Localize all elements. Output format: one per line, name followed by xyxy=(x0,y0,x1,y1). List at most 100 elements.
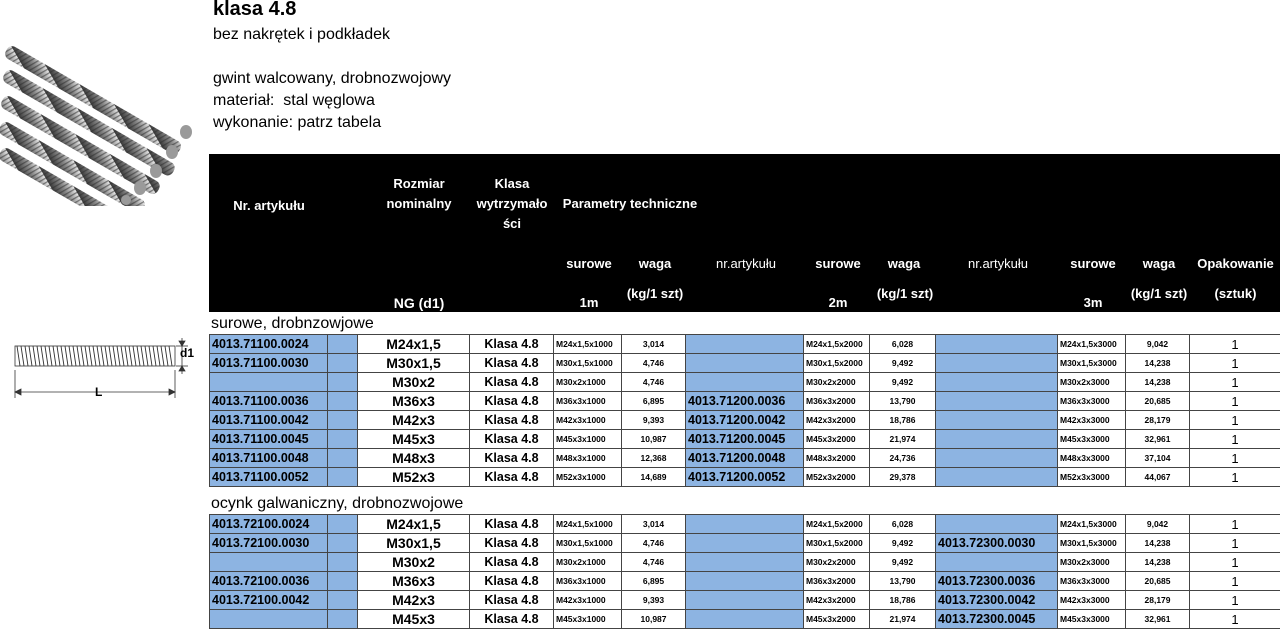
blank-cell xyxy=(327,353,358,373)
article-number-2m-cell xyxy=(685,334,804,354)
header-opakowanie: Opakowanie xyxy=(1197,256,1274,271)
header-klasa-line3: ści xyxy=(502,216,522,231)
weight-2m-cell: 6,028 xyxy=(869,334,936,354)
raw-2m-cell: M36x3x2000 xyxy=(803,571,870,591)
article-number-3m-cell: 4013.72300.0042 xyxy=(935,590,1058,610)
article-number-3m-cell xyxy=(935,467,1058,487)
article-number-3m-cell xyxy=(935,448,1058,468)
strength-class-cell: Klasa 4.8 xyxy=(469,590,554,610)
nominal-size-cell: M30x1,5 xyxy=(357,353,470,373)
strength-class-cell: Klasa 4.8 xyxy=(469,334,554,354)
header-surowe-1: surowe xyxy=(566,256,612,271)
table-row: 4013.71100.0024 M24x1,5 Klasa 4.8 M24x1,5x1… xyxy=(209,334,1280,354)
blank-cell xyxy=(327,429,358,449)
header-nr-artykulu-2: nr.artykułu xyxy=(716,256,776,271)
weight-1m-cell: 4,746 xyxy=(621,372,686,392)
packaging-cell: 1 xyxy=(1189,391,1280,411)
article-number-cell: 4013.71100.0036 xyxy=(209,391,328,411)
blank-cell xyxy=(327,448,358,468)
raw-3m-cell: M30x1,5x3000 xyxy=(1057,353,1126,373)
blank-cell xyxy=(327,334,358,354)
raw-2m-cell: M45x3x2000 xyxy=(803,609,870,629)
info-line-finish: wykonanie: patrz tabela xyxy=(213,114,382,131)
raw-2m-cell: M52x3x2000 xyxy=(803,467,870,487)
packaging-cell: 1 xyxy=(1189,448,1280,468)
raw-1m-cell: M45x3x1000 xyxy=(553,609,622,629)
weight-3m-cell: 32,961 xyxy=(1125,609,1190,629)
strength-class-cell: Klasa 4.8 xyxy=(469,429,554,449)
article-number-2m-cell xyxy=(685,590,804,610)
blank-cell xyxy=(327,552,358,572)
strength-class-cell: Klasa 4.8 xyxy=(469,514,554,534)
table-row: 4013.71100.0036 M36x3 Klasa 4.8 M36x3x1000 6… xyxy=(209,391,1280,411)
rod-technical-drawing xyxy=(14,338,188,398)
table-row: 4013.71100.0045 M45x3 Klasa 4.8 M45x3x1000 1… xyxy=(209,429,1280,449)
weight-1m-cell: 3,014 xyxy=(621,334,686,354)
weight-3m-cell: 14,238 xyxy=(1125,552,1190,572)
packaging-cell: 1 xyxy=(1189,590,1280,610)
weight-1m-cell: 3,014 xyxy=(621,514,686,534)
header-surowe-2: surowe xyxy=(815,256,861,271)
nominal-size-cell: M52x3 xyxy=(357,467,470,487)
dimension-d1-label: d1 xyxy=(180,346,195,360)
raw-3m-cell: M45x3x3000 xyxy=(1057,609,1126,629)
raw-1m-cell: M48x3x1000 xyxy=(553,448,622,468)
article-number-cell: 4013.72100.0024 xyxy=(209,514,328,534)
packaging-cell: 1 xyxy=(1189,334,1280,354)
article-number-cell xyxy=(209,372,328,392)
blank-cell xyxy=(327,609,358,629)
weight-3m-cell: 44,067 xyxy=(1125,467,1190,487)
article-number-cell: 4013.71100.0052 xyxy=(209,467,328,487)
table-header: Nr. artykułu Rozmiar nominalny Klasa wyt… xyxy=(209,154,1280,312)
packaging-cell: 1 xyxy=(1189,514,1280,534)
info-line-thread: gwint walcowany, drobnozwojowy xyxy=(213,70,452,87)
raw-2m-cell: M36x3x2000 xyxy=(803,391,870,411)
article-number-2m-cell xyxy=(685,353,804,373)
raw-3m-cell: M45x3x3000 xyxy=(1057,429,1126,449)
strength-class-cell: Klasa 4.8 xyxy=(469,571,554,591)
article-number-3m-cell xyxy=(935,410,1058,430)
packaging-cell: 1 xyxy=(1189,467,1280,487)
strength-class-cell: Klasa 4.8 xyxy=(469,533,554,553)
packaging-cell: 1 xyxy=(1189,533,1280,553)
table-row: 4013.71100.0052 M52x3 Klasa 4.8 M52x3x1000 1… xyxy=(209,467,1280,487)
weight-3m-cell: 20,685 xyxy=(1125,391,1190,411)
weight-1m-cell: 4,746 xyxy=(621,552,686,572)
page-title: klasa 4.8 xyxy=(213,0,297,20)
article-number-3m-cell xyxy=(935,429,1058,449)
raw-3m-cell: M52x3x3000 xyxy=(1057,467,1126,487)
nominal-size-cell: M42x3 xyxy=(357,410,470,430)
subtitle: bez nakrętek i podkładek xyxy=(213,26,390,43)
raw-3m-cell: M24x1,5x3000 xyxy=(1057,514,1126,534)
weight-3m-cell: 14,238 xyxy=(1125,372,1190,392)
packaging-cell: 1 xyxy=(1189,372,1280,392)
packaging-cell: 1 xyxy=(1189,429,1280,449)
header-rozmiar-line1: Rozmiar xyxy=(393,176,445,191)
header-parametry: Parametry techniczne xyxy=(562,196,698,211)
header-len-2: 2m xyxy=(828,295,848,310)
article-number-cell: 4013.71100.0045 xyxy=(209,429,328,449)
header-klasa-line1: Klasa xyxy=(494,176,530,191)
raw-1m-cell: M36x3x1000 xyxy=(553,391,622,411)
raw-2m-cell: M24x1,5x2000 xyxy=(803,514,870,534)
threaded-rods-photo xyxy=(0,46,192,206)
weight-2m-cell: 6,028 xyxy=(869,514,936,534)
weight-1m-cell: 6,895 xyxy=(621,391,686,411)
blank-cell xyxy=(327,571,358,591)
header-waga-3: waga xyxy=(1142,256,1176,271)
weight-2m-cell: 18,786 xyxy=(869,590,936,610)
weight-1m-cell: 4,746 xyxy=(621,533,686,553)
weight-1m-cell: 4,746 xyxy=(621,353,686,373)
raw-1m-cell: M30x2x1000 xyxy=(553,372,622,392)
header-rozmiar-line2: nominalny xyxy=(386,196,452,211)
weight-3m-cell: 32,961 xyxy=(1125,429,1190,449)
header-kg-1: (kg/1 szt) xyxy=(626,286,684,301)
article-number-2m-cell xyxy=(685,514,804,534)
strength-class-cell: Klasa 4.8 xyxy=(469,410,554,430)
header-waga-1: waga xyxy=(638,256,672,271)
section-label-galvanized: ocynk galwaniczny, drobnozwojowe xyxy=(211,495,464,512)
raw-3m-cell: M42x3x3000 xyxy=(1057,590,1126,610)
article-number-2m-cell: 4013.71200.0048 xyxy=(685,448,804,468)
article-number-2m-cell xyxy=(685,552,804,572)
article-number-cell xyxy=(209,552,328,572)
